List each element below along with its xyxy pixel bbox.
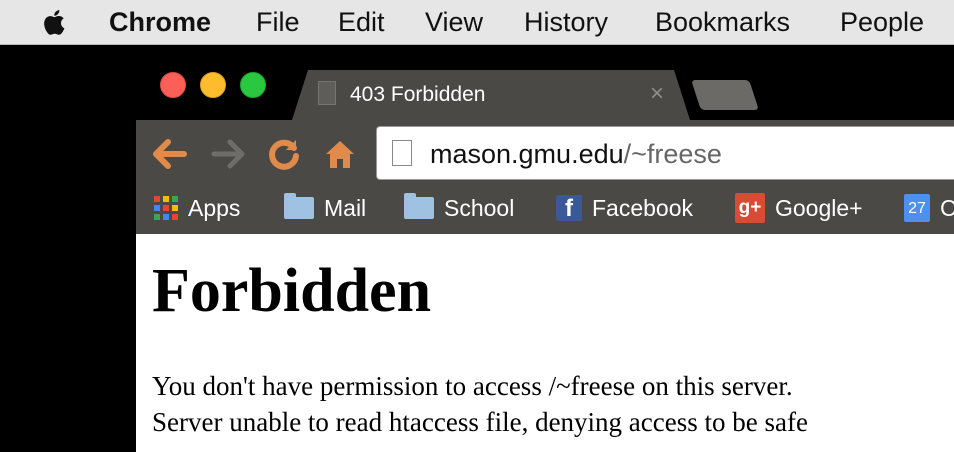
url-text[interactable]: mason.gmu.edu/~freese [430,139,722,170]
menu-edit[interactable]: Edit [338,6,385,38]
bookmark-mail[interactable]: Mail [284,193,366,223]
url-host: mason.gmu.edu [430,139,624,169]
facebook-icon: f [556,195,582,222]
tab-close-icon[interactable]: × [646,82,668,106]
calendar-icon: 27 [904,194,930,222]
bookmark-google-plus[interactable]: g+ Google+ [735,193,863,223]
bookmark-label: Google+ [775,194,863,221]
menu-view[interactable]: View [425,6,483,38]
menu-file[interactable]: File [256,6,300,38]
folder-icon [404,193,434,219]
tab-title: 403 Forbidden [350,83,486,106]
forward-arrow-icon[interactable] [210,136,246,172]
bookmark-label: Facebook [592,194,694,221]
page-heading: Forbidden [152,257,432,325]
zoom-window-button[interactable] [240,72,266,98]
menu-app-chrome[interactable]: Chrome [109,6,211,38]
bookmark-label: School [444,194,515,221]
minimize-window-button[interactable] [200,72,226,98]
apple-logo-icon[interactable] [40,6,70,38]
url-path: /~freese [623,139,722,169]
bookmark-label: Apps [188,194,241,221]
google-plus-icon: g+ [735,193,765,223]
menu-people[interactable]: People [840,6,924,38]
page-content: Forbidden You don't have permission to a… [136,234,954,452]
error-line-2: Server unable to read htaccess file, den… [152,407,808,437]
macos-menu-bar: Chrome File Edit View History Bookmarks … [0,0,954,45]
bookmark-calendar[interactable]: 27 C [904,193,954,223]
new-tab-button[interactable] [691,80,759,110]
home-icon[interactable] [322,136,358,172]
error-message: You don't have permission to access /~fr… [152,368,808,440]
folder-icon [284,193,314,219]
apps-grid-icon [154,196,178,220]
menu-history[interactable]: History [524,6,608,38]
bookmark-school[interactable]: School [404,193,514,223]
back-arrow-icon[interactable] [152,136,188,172]
page-info-icon[interactable] [392,140,412,166]
error-line-1: You don't have permission to access /~fr… [152,371,793,401]
close-window-button[interactable] [160,72,186,98]
bookmark-label: Mail [324,194,367,221]
bookmark-apps[interactable]: Apps [154,193,240,223]
reload-icon[interactable] [266,136,302,172]
page-document-icon [318,81,336,105]
bookmark-label: C [940,194,954,221]
bookmark-facebook[interactable]: f Facebook [556,193,693,223]
menu-bookmarks[interactable]: Bookmarks [655,6,790,38]
